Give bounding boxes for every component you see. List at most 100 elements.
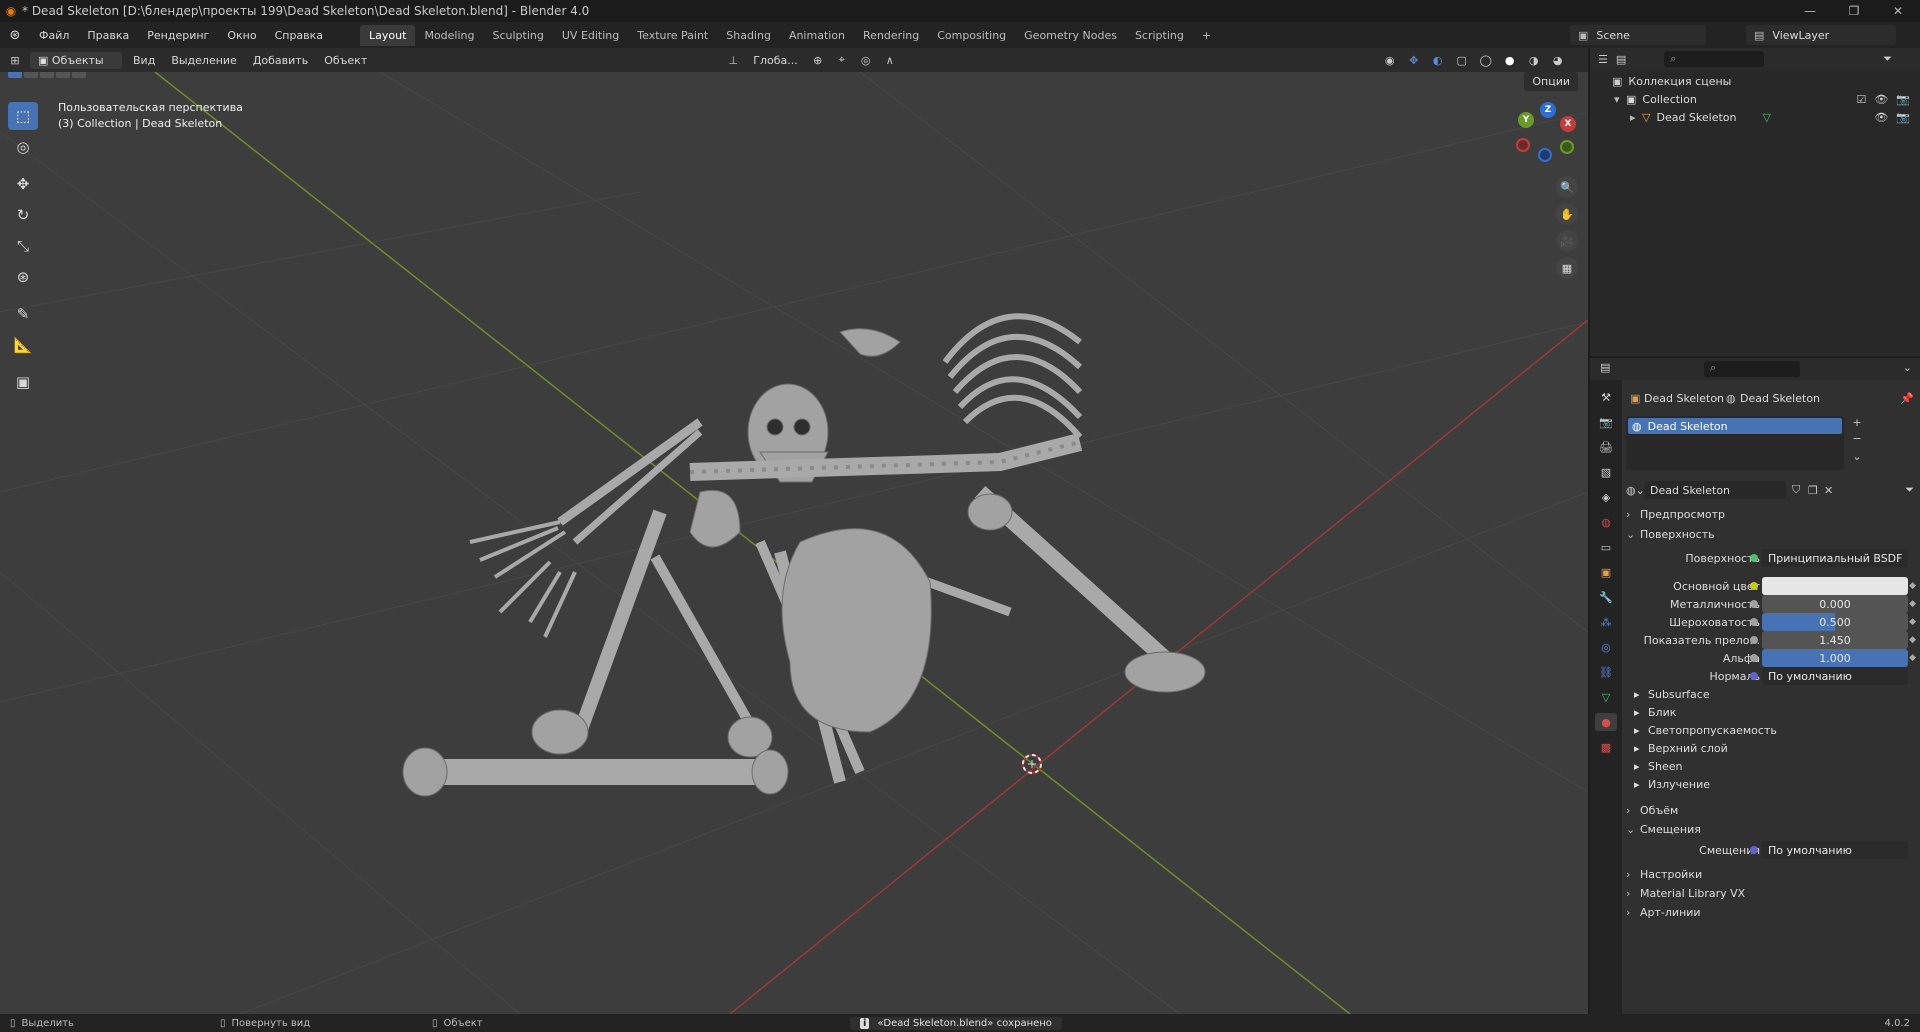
visibility-eye-icon[interactable]: 👁	[1874, 111, 1888, 124]
fake-user-icon[interactable]: ⛉	[1792, 483, 1800, 497]
modifier-tab-icon[interactable]: 🔧	[1595, 588, 1617, 606]
editor-type-icon[interactable]: ⊞	[6, 51, 24, 69]
view-layer-selector[interactable]: ▤ ViewLayer	[1746, 25, 1896, 45]
view-layer-tab-icon[interactable]: ▧	[1595, 463, 1617, 481]
camera-view-icon[interactable]: 🎥	[1556, 230, 1578, 252]
gizmo-x-icon[interactable]: X	[1560, 116, 1576, 132]
scene-selector[interactable]: ▣ Scene	[1570, 25, 1706, 45]
texture-tab-icon[interactable]: ▩	[1595, 738, 1617, 756]
keyframe-dot-icon[interactable]: ◆	[1909, 581, 1916, 591]
tab-uv-editing[interactable]: UV Editing	[553, 25, 628, 46]
wireframe-shading-icon[interactable]: ◯	[1477, 51, 1495, 69]
properties-search-field[interactable]: ⌕	[1704, 361, 1800, 377]
gizmo-toggle-icon[interactable]: ✥	[1405, 51, 1423, 69]
transform-orientation-select[interactable]: Глоба...	[748, 54, 802, 67]
select-box-tool-icon[interactable]: ⬚	[8, 102, 38, 130]
ortho-grid-icon[interactable]: ▦	[1556, 257, 1578, 279]
base-color-swatch[interactable]	[1762, 577, 1908, 595]
link-filter-icon[interactable]: ⏷	[1905, 483, 1914, 497]
pin-icon[interactable]: 📌	[1900, 392, 1914, 405]
constraints-tab-icon[interactable]: ⛓	[1595, 663, 1617, 681]
rotate-tool-icon[interactable]: ↻	[8, 201, 38, 229]
ior-slider[interactable]: 1.450	[1762, 631, 1908, 649]
normal-select[interactable]: По умолчанию	[1762, 667, 1908, 685]
tab-texture-paint[interactable]: Texture Paint	[628, 25, 717, 46]
cursor-tool-icon[interactable]: ◎	[8, 133, 38, 161]
slot-specials-icon[interactable]: ⌄	[1850, 450, 1864, 464]
tab-geometry-nodes[interactable]: Geometry Nodes	[1015, 25, 1126, 46]
material-shading-icon[interactable]: ◑	[1525, 51, 1543, 69]
transform-tool-icon[interactable]: ⊛	[8, 263, 38, 291]
subpanel-subsurface[interactable]: ▸ Subsurface	[1634, 685, 1914, 703]
keyframe-dot-icon[interactable]: ◆	[1909, 599, 1916, 609]
navigation-gizmo[interactable]: Z Y X	[1510, 102, 1580, 172]
add-workspace-button[interactable]: +	[1193, 25, 1220, 46]
panel-displacement[interactable]: ⌄ Смещения	[1626, 819, 1916, 839]
keyframe-dot-icon[interactable]: ◆	[1909, 635, 1916, 645]
remove-slot-button[interactable]: −	[1850, 432, 1864, 446]
select-invert-icon[interactable]	[56, 72, 70, 78]
menu-render[interactable]: Рендеринг	[138, 29, 218, 42]
panel-lineart[interactable]: › Арт-линии	[1626, 902, 1916, 922]
browse-material-icon[interactable]: ◍⌄	[1626, 484, 1645, 497]
select-subtract-icon[interactable]	[40, 72, 54, 78]
properties-editor-icon[interactable]: ▤	[1600, 361, 1610, 374]
exclude-checkbox-icon[interactable]: ☑	[1856, 93, 1866, 106]
measure-tool-icon[interactable]: 📐	[8, 331, 38, 359]
alpha-slider[interactable]: 1.000	[1762, 649, 1908, 667]
close-button[interactable]: ✕	[1876, 0, 1920, 22]
expand-chevron-icon[interactable]: ▾	[1614, 93, 1626, 106]
object-tab-icon[interactable]: ▣	[1595, 563, 1617, 581]
move-tool-icon[interactable]: ✥	[8, 170, 38, 198]
tab-rendering[interactable]: Rendering	[854, 25, 928, 46]
subpanel-emission[interactable]: ▸ Излучение	[1634, 775, 1914, 793]
tab-scripting[interactable]: Scripting	[1126, 25, 1193, 46]
collection-row[interactable]: ▾ ▣ Collection ☑ 👁 📷	[1590, 90, 1920, 108]
scene-tab-icon[interactable]: ◈	[1595, 488, 1617, 506]
material-slot-list[interactable]: ◍ Dead Skeleton	[1626, 416, 1844, 470]
subpanel-coat[interactable]: ▸ Верхний слой	[1634, 739, 1914, 757]
subpanel-transmission[interactable]: ▸ Светопропускаемость	[1634, 721, 1914, 739]
pivot-icon[interactable]: ⊕	[809, 51, 827, 69]
3d-viewport[interactable]: Пользовательская перспектива (3) Collect…	[0, 72, 1588, 1014]
particles-tab-icon[interactable]: ⁂	[1595, 613, 1617, 631]
tab-modeling[interactable]: Modeling	[415, 25, 483, 46]
status-report[interactable]: i «Dead Skeleton.blend» сохранено	[850, 1016, 1062, 1030]
add-cube-tool-icon[interactable]: ▣	[8, 368, 38, 396]
collection-tab-icon[interactable]: ▭	[1595, 538, 1617, 556]
xray-icon[interactable]: ▢	[1453, 51, 1471, 69]
menu-add[interactable]: Добавить	[248, 54, 313, 67]
visibility-eye-icon[interactable]: 👁	[1874, 93, 1888, 106]
overlay-toggle-icon[interactable]: ◐	[1429, 51, 1447, 69]
unlink-material-icon[interactable]: ✕	[1824, 484, 1833, 497]
menu-object[interactable]: Объект	[319, 54, 372, 67]
panel-surface[interactable]: ⌄ Поверхность	[1626, 524, 1916, 544]
material-tab-icon[interactable]: ●	[1595, 713, 1617, 731]
tab-compositing[interactable]: Compositing	[928, 25, 1015, 46]
maximize-button[interactable]: ❐	[1832, 0, 1876, 22]
scene-collection-row[interactable]: ▣ Коллекция сцены	[1590, 72, 1920, 90]
gizmo-z-icon[interactable]: Z	[1540, 102, 1556, 118]
solid-shading-icon[interactable]: ●	[1501, 51, 1519, 69]
tab-shading[interactable]: Shading	[717, 25, 780, 46]
render-camera-icon[interactable]: 📷	[1896, 111, 1910, 124]
outliner-editor-icon[interactable]: ☰	[1598, 53, 1608, 66]
falloff-icon[interactable]: ∧	[881, 51, 899, 69]
render-camera-icon[interactable]: 📷	[1896, 93, 1910, 106]
menu-edit[interactable]: Правка	[78, 29, 138, 42]
expand-chevron-icon[interactable]: ▸	[1630, 111, 1642, 124]
gizmo-neg-x-icon[interactable]	[1516, 138, 1530, 152]
panel-volume[interactable]: › Объём	[1626, 800, 1916, 820]
display-mode-icon[interactable]: ▤	[1616, 53, 1626, 66]
gizmo-neg-y-icon[interactable]	[1560, 140, 1574, 154]
tab-animation[interactable]: Animation	[780, 25, 854, 46]
panel-preview[interactable]: › Предпросмотр	[1626, 504, 1916, 524]
scale-tool-icon[interactable]: ⤡	[8, 232, 38, 260]
menu-select[interactable]: Выделение	[166, 54, 242, 67]
proportional-edit-icon[interactable]: ◎	[857, 51, 875, 69]
roughness-slider[interactable]: 0.500	[1762, 613, 1908, 631]
visibility-icon[interactable]: ◉	[1381, 51, 1399, 69]
snap-icon[interactable]: ⌖	[833, 51, 851, 69]
keyframe-dot-icon[interactable]: ◆	[1909, 653, 1916, 663]
object-row[interactable]: ▸ ▽ Dead Skeleton ▽ 👁 📷	[1590, 108, 1920, 126]
